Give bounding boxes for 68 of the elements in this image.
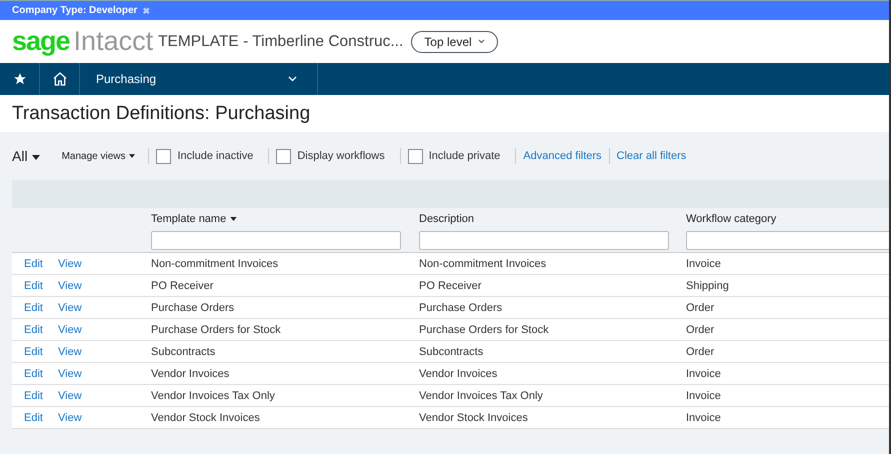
table-cell: Invoice bbox=[686, 390, 721, 402]
edit-link[interactable]: Edit bbox=[24, 302, 43, 314]
table-cell: Order bbox=[686, 302, 714, 314]
table-cell: Subcontracts bbox=[151, 346, 216, 358]
level-dropdown[interactable]: Top level bbox=[411, 30, 498, 52]
table-cell: Invoice bbox=[686, 258, 721, 270]
chevron-icon bbox=[478, 39, 485, 44]
logo-sage: sage bbox=[12, 26, 70, 57]
edit-link[interactable]: Edit bbox=[24, 280, 43, 292]
table-cell: Invoice bbox=[686, 368, 721, 380]
view-link[interactable]: View bbox=[58, 280, 82, 292]
filter-link[interactable]: Advanced filters bbox=[523, 150, 602, 162]
logo-intacct: Intacct bbox=[74, 26, 154, 57]
sort-icon bbox=[230, 217, 238, 222]
table-cell: Non-commitment Invoices bbox=[419, 258, 546, 270]
filter-field[interactable] bbox=[151, 231, 401, 250]
view-link[interactable]: View bbox=[58, 390, 82, 402]
edit-link[interactable]: Edit bbox=[24, 390, 43, 402]
table-cell: Vendor Invoices bbox=[151, 368, 230, 380]
view-link[interactable]: View bbox=[58, 368, 82, 380]
table-cell: Vendor Invoices Tax Only bbox=[151, 390, 275, 402]
view-link[interactable]: View bbox=[58, 258, 82, 270]
table-cell: Purchase Orders bbox=[419, 302, 502, 314]
company-type-label: Company Type: Developer bbox=[12, 5, 138, 16]
view-link[interactable]: View bbox=[58, 324, 82, 336]
table-cell: Purchase Orders bbox=[151, 302, 234, 314]
column-header[interactable]: Description bbox=[419, 213, 686, 225]
table-cell: Order bbox=[686, 346, 714, 358]
column-header[interactable]: Template name bbox=[151, 213, 419, 225]
filter-field[interactable] bbox=[686, 231, 889, 250]
table-cell: Purchase Orders for Stock bbox=[419, 324, 549, 336]
edit-link[interactable]: Edit bbox=[24, 346, 43, 358]
checkbox[interactable] bbox=[408, 148, 423, 164]
table-cell: Vendor Invoices Tax Only bbox=[419, 390, 543, 402]
edit-link[interactable]: Edit bbox=[24, 324, 43, 336]
view-link[interactable]: View bbox=[58, 302, 82, 314]
close-icon[interactable]: ✖ bbox=[142, 6, 150, 16]
table-cell: Purchase Orders for Stock bbox=[151, 324, 281, 336]
checkbox[interactable] bbox=[276, 148, 292, 164]
checkbox-label: Display workflows bbox=[297, 150, 385, 162]
table-cell: Subcontracts bbox=[419, 346, 484, 358]
caret-icon bbox=[32, 154, 40, 160]
checkbox[interactable] bbox=[156, 148, 172, 164]
checkbox-label: Include private bbox=[428, 150, 500, 162]
column-header[interactable]: Workflow category bbox=[686, 213, 889, 225]
table-cell: Invoice bbox=[686, 412, 721, 424]
table-cell: Vendor Stock Invoices bbox=[151, 412, 260, 424]
view-link[interactable]: View bbox=[58, 412, 82, 424]
table-cell: PO Receiver bbox=[419, 280, 482, 292]
table-cell: Vendor Invoices bbox=[419, 368, 498, 380]
table-cell: Non-commitment Invoices bbox=[151, 258, 278, 270]
view-dropdown[interactable]: All bbox=[12, 148, 40, 164]
page-title: Transaction Definitions: Purchasing bbox=[12, 102, 310, 124]
chevron-icon bbox=[288, 76, 297, 82]
edit-link[interactable]: Edit bbox=[24, 368, 43, 380]
view-link[interactable]: View bbox=[58, 346, 82, 358]
company-name: TEMPLATE - Timberline Construc... bbox=[158, 32, 404, 50]
manage-views-dropdown[interactable]: Manage views bbox=[62, 150, 136, 162]
table-cell: PO Receiver bbox=[151, 280, 214, 292]
caret-icon bbox=[129, 154, 136, 158]
edit-link[interactable]: Edit bbox=[24, 412, 43, 424]
filter-field[interactable] bbox=[419, 231, 669, 250]
checkbox-label: Include inactive bbox=[177, 150, 254, 162]
table-cell: Vendor Stock Invoices bbox=[419, 412, 528, 424]
table-cell: Shipping bbox=[686, 280, 729, 292]
table-cell: Order bbox=[686, 324, 714, 336]
edit-link[interactable]: Edit bbox=[24, 258, 43, 270]
filter-link[interactable]: Clear all filters bbox=[616, 150, 686, 162]
